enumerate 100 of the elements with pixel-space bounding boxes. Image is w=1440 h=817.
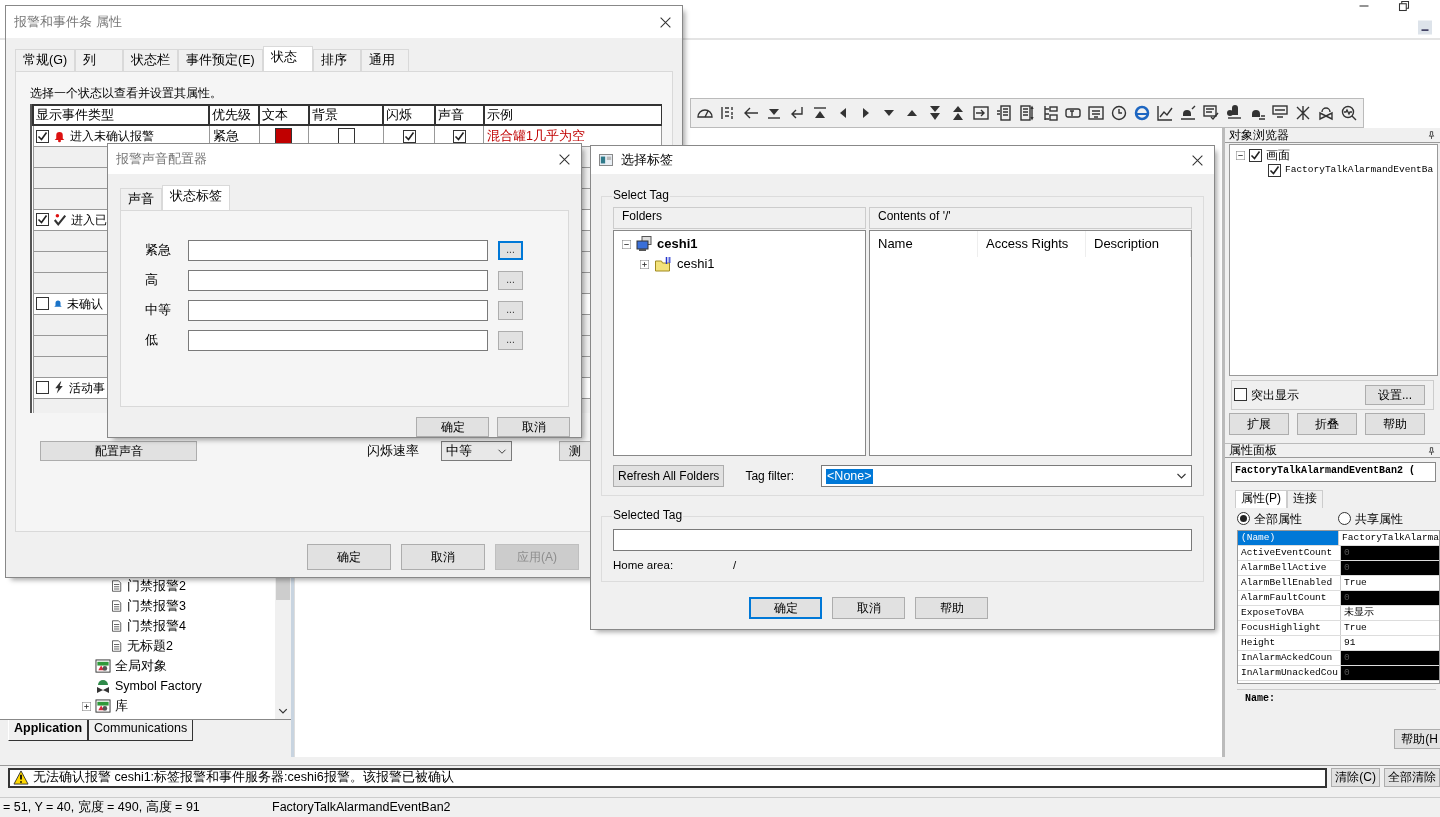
dialog-button[interactable]: 帮助 [915, 597, 988, 619]
text-field[interactable] [188, 239, 488, 261]
tree-item[interactable]: Symbol Factory [115, 678, 202, 694]
close-icon[interactable] [659, 15, 672, 29]
selected-tag-field[interactable] [613, 529, 1192, 551]
restore-icon[interactable] [1398, 0, 1410, 12]
property-name[interactable]: FocusHighlight [1238, 621, 1341, 635]
tree-item[interactable]: 门禁报警3 [127, 598, 186, 614]
tag-filter-dropdown[interactable]: <None> [821, 465, 1192, 487]
refresh-button[interactable]: Refresh All Folders [613, 465, 725, 487]
flash-rate-dropdown[interactable]: 中等 [441, 441, 512, 462]
tree-list-icon[interactable] [1042, 105, 1058, 121]
property-name[interactable]: AlarmBellEnabled [1238, 576, 1341, 590]
return-arrow-icon[interactable] [789, 105, 805, 121]
dialog-button[interactable]: 取消 [832, 597, 905, 619]
checkbox[interactable] [1249, 148, 1262, 162]
valve-icon[interactable] [1318, 105, 1334, 121]
tab[interactable]: 事件预定(E) [178, 49, 263, 71]
plus-box-icon[interactable] [82, 701, 91, 711]
tab[interactable]: 状态标签 [162, 185, 230, 210]
bell-list-icon[interactable] [1180, 105, 1196, 121]
settings-button[interactable]: 设置... [1365, 385, 1425, 405]
numbered-list-icon[interactable] [720, 105, 736, 121]
tree-item[interactable]: 无标题2 [127, 638, 173, 654]
column-header[interactable]: 声音 [434, 105, 484, 126]
list-panel-icon[interactable] [996, 105, 1012, 121]
dialog-button[interactable]: 确定 [307, 544, 391, 570]
document-check-icon[interactable] [1203, 105, 1219, 121]
checkbox[interactable] [1234, 388, 1247, 402]
browse-button[interactable]: ... [498, 300, 523, 320]
event-type-label[interactable]: 进入已 [70, 212, 107, 228]
globe-icon[interactable] [1134, 105, 1150, 121]
checkbox[interactable] [402, 129, 416, 143]
column-header[interactable]: Name [870, 231, 978, 257]
checkbox[interactable] [35, 213, 49, 227]
tree-item[interactable]: 画面 [1266, 147, 1290, 163]
property-value[interactable]: FactoryTalkAlarma [1339, 531, 1439, 545]
dialog-button[interactable]: 取消 [497, 417, 570, 437]
plus-box-icon[interactable] [640, 259, 649, 269]
browse-button[interactable]: ... [498, 270, 523, 290]
event-type-label[interactable]: 活动事 [68, 380, 105, 396]
chevron-down-icon[interactable] [278, 707, 288, 715]
property-value[interactable]: 未显示 [1341, 606, 1439, 620]
double-triangle-up-icon[interactable] [950, 105, 966, 121]
tree-item[interactable]: 全局对象 [115, 658, 167, 674]
checkbox[interactable] [35, 129, 49, 143]
help-button[interactable]: 帮助(H [1394, 729, 1440, 749]
text-field[interactable] [188, 299, 488, 321]
property-value[interactable]: True [1341, 576, 1439, 590]
tab[interactable]: 属性(P) [1235, 490, 1287, 508]
panel-button[interactable]: 折叠 [1297, 413, 1357, 435]
text-box-icon[interactable] [1088, 105, 1104, 121]
tab[interactable]: 列 [75, 49, 124, 71]
property-value[interactable]: 91 [1341, 636, 1439, 650]
list-panel-icon[interactable] [1019, 105, 1035, 121]
panel-button[interactable]: 帮助 [1365, 413, 1425, 435]
arrow-up-from-line-icon[interactable] [812, 105, 828, 121]
tab[interactable]: 声音 [120, 188, 162, 210]
column-header[interactable]: 背景 [308, 105, 384, 126]
column-header[interactable]: 优先级 [209, 105, 260, 126]
checkbox[interactable] [1268, 163, 1281, 177]
message-button[interactable]: 全部清除 [1384, 768, 1440, 787]
tab[interactable]: 排序 [312, 49, 361, 71]
tree-item[interactable]: FactoryTalkAlarmandEventBa [1285, 164, 1434, 176]
pin-icon[interactable] [1427, 130, 1436, 140]
column-header[interactable]: 文本 [259, 105, 309, 126]
column-header[interactable]: 显示事件类型 [33, 105, 210, 126]
column-header[interactable]: Description [1086, 231, 1191, 257]
panel-button[interactable]: 扩展 [1229, 413, 1289, 435]
tree-item[interactable]: 库 [115, 698, 128, 714]
tab[interactable]: 连接 [1287, 490, 1323, 508]
checkbox[interactable] [452, 129, 466, 143]
dialog-button[interactable]: 确定 [749, 597, 822, 619]
message-button[interactable]: 清除(C) [1331, 768, 1380, 787]
configure-sound-button[interactable]: 配置声音 [40, 441, 197, 462]
checkbox[interactable] [35, 297, 49, 311]
magnifier-icon[interactable] [1341, 105, 1357, 121]
text-field[interactable] [188, 269, 488, 291]
double-triangle-down-icon[interactable] [927, 105, 943, 121]
pin-icon[interactable] [1427, 445, 1436, 456]
tab[interactable]: Application [8, 720, 89, 741]
property-value[interactable]: True [1341, 621, 1439, 635]
line-chart-icon[interactable] [1157, 105, 1173, 121]
column-header[interactable]: 示例 [483, 105, 662, 126]
tab[interactable]: 状态 [262, 46, 313, 71]
tree-item[interactable]: 门禁报警4 [127, 618, 186, 634]
chevron-down-icon[interactable] [1176, 472, 1187, 480]
tab[interactable]: Communications [88, 720, 194, 741]
close-icon[interactable] [1191, 153, 1204, 167]
property-name[interactable]: ExposeToVBA [1238, 606, 1341, 620]
arrow-left-icon[interactable] [743, 105, 759, 121]
clock-icon[interactable] [1111, 105, 1127, 121]
minus-box-icon[interactable] [1236, 150, 1245, 160]
dialog-button[interactable]: 确定 [416, 417, 489, 437]
column-header[interactable]: 闪烁 [383, 105, 435, 126]
property-name[interactable]: Height [1238, 636, 1341, 650]
radio-button[interactable] [1237, 512, 1250, 526]
tab[interactable]: 通用 [360, 49, 409, 71]
text-field[interactable] [188, 329, 488, 351]
text-field-icon[interactable] [1065, 105, 1081, 121]
